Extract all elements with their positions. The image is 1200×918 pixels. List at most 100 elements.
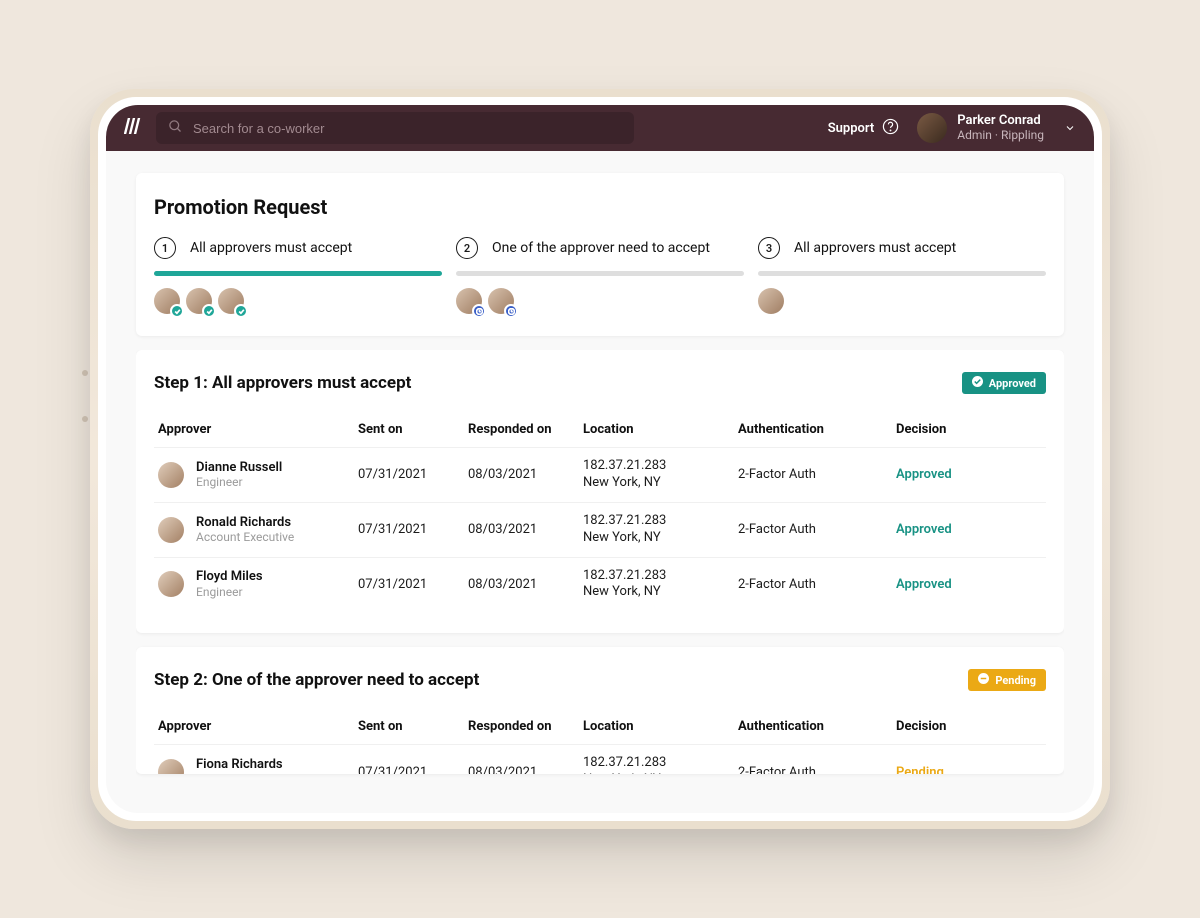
step-progress-bar — [758, 271, 1046, 276]
approver-name: Fiona Richards — [196, 757, 283, 773]
table-row: Ronald Richards Account Executive 07/31/… — [154, 502, 1046, 557]
step-avatar — [154, 288, 180, 314]
responded-on: 08/03/2021 — [464, 557, 579, 611]
th-location: Location — [579, 709, 734, 745]
location: 182.37.21.283New York, NY — [583, 755, 730, 774]
topbar: Support Parker Conrad Admin · Rippling — [106, 105, 1094, 151]
step-number: 2 — [456, 237, 478, 259]
th-approver: Approver — [154, 412, 354, 448]
approver-name: Dianne Russell — [196, 460, 282, 476]
step-2: 2 One of the approver need to accept — [456, 237, 744, 314]
th-sent: Sent on — [354, 709, 464, 745]
location: 182.37.21.283New York, NY — [583, 568, 730, 602]
search-icon — [168, 119, 183, 138]
location: 182.37.21.283New York, NY — [583, 513, 730, 547]
th-location: Location — [579, 412, 734, 448]
step-number: 1 — [154, 237, 176, 259]
check-icon — [234, 304, 248, 318]
th-decision: Decision — [892, 709, 1046, 745]
step-1: 1 All approvers must accept — [154, 237, 442, 314]
approver-name: Ronald Richards — [196, 515, 294, 531]
table-row: Dianne Russell Engineer 07/31/2021 08/03… — [154, 448, 1046, 503]
user-role: Admin · Rippling — [957, 129, 1044, 143]
step-avatars — [154, 288, 442, 314]
authentication: 2-Factor Auth — [734, 502, 892, 557]
sent-on: 07/31/2021 — [354, 448, 464, 503]
responded-on: 08/03/2021 — [464, 448, 579, 503]
th-decision: Decision — [892, 412, 1046, 448]
step-3: 3 All approvers must accept — [758, 237, 1046, 314]
avatar — [158, 571, 184, 597]
status-badge: Pending — [968, 669, 1046, 691]
th-sent: Sent on — [354, 412, 464, 448]
avatar — [917, 113, 947, 143]
step-avatars — [758, 288, 1046, 314]
th-approver: Approver — [154, 709, 354, 745]
tablet-frame: Support Parker Conrad Admin · Rippling — [90, 89, 1110, 829]
step-avatar — [456, 288, 482, 314]
approver-role: Engineer — [196, 475, 282, 489]
th-responded: Responded on — [464, 412, 579, 448]
section-title: Step 1: All approvers must accept — [154, 373, 411, 393]
steps-row: 1 All approvers must accept 2 One of the… — [154, 237, 1046, 314]
approver-role: Account Executive — [196, 530, 294, 544]
decision: Pending — [896, 765, 944, 775]
th-responded: Responded on — [464, 709, 579, 745]
section-card: Step 1: All approvers must accept Approv… — [136, 350, 1064, 633]
section-title: Step 2: One of the approver need to acce… — [154, 670, 479, 690]
device-side-dots — [82, 370, 88, 422]
pending-icon — [978, 673, 989, 687]
status-label: Approved — [989, 377, 1036, 390]
avatar — [158, 759, 184, 774]
clock-icon — [472, 304, 486, 318]
support-link[interactable]: Support — [828, 118, 900, 139]
authentication: 2-Factor Auth — [734, 745, 892, 775]
page-title: Promotion Request — [154, 195, 1046, 219]
check-icon — [202, 304, 216, 318]
approver-role: Engineer — [196, 585, 263, 599]
status-badge: Approved — [962, 372, 1046, 394]
sent-on: 07/31/2021 — [354, 557, 464, 611]
step-progress-bar — [456, 271, 744, 276]
inner-frame: Support Parker Conrad Admin · Rippling — [98, 97, 1102, 821]
approvers-table: Approver Sent on Responded on Location A… — [154, 709, 1046, 774]
avatar — [158, 517, 184, 543]
support-label: Support — [828, 121, 875, 136]
screen: Support Parker Conrad Admin · Rippling — [106, 105, 1094, 813]
app-logo[interactable] — [124, 118, 142, 138]
location: 182.37.21.283New York, NY — [583, 458, 730, 492]
step-avatar — [218, 288, 244, 314]
search-input[interactable] — [156, 112, 634, 144]
search-field[interactable] — [193, 121, 622, 136]
step-number: 3 — [758, 237, 780, 259]
approver-name: Floyd Miles — [196, 569, 263, 585]
step-avatar — [758, 288, 784, 314]
section-card: Step 2: One of the approver need to acce… — [136, 647, 1064, 774]
authentication: 2-Factor Auth — [734, 557, 892, 611]
chevron-down-icon — [1054, 119, 1076, 138]
avatar — [158, 462, 184, 488]
check-icon — [170, 304, 184, 318]
approver-role: Engineer — [196, 773, 283, 775]
overview-card: Promotion Request 1 All approvers must a… — [136, 173, 1064, 336]
decision: Approved — [896, 577, 952, 592]
content: Promotion Request 1 All approvers must a… — [106, 151, 1094, 813]
authentication: 2-Factor Auth — [734, 448, 892, 503]
approved-icon — [972, 376, 983, 390]
th-auth: Authentication — [734, 412, 892, 448]
table-row: Floyd Miles Engineer 07/31/2021 08/03/20… — [154, 557, 1046, 611]
step-avatar — [488, 288, 514, 314]
sent-on: 07/31/2021 — [354, 502, 464, 557]
responded-on: 08/03/2021 — [464, 745, 579, 775]
user-name: Parker Conrad — [957, 114, 1044, 129]
decision: Approved — [896, 467, 952, 482]
step-avatar — [186, 288, 212, 314]
user-menu[interactable]: Parker Conrad Admin · Rippling — [917, 113, 1076, 143]
approvers-table: Approver Sent on Responded on Location A… — [154, 412, 1046, 611]
step-avatars — [456, 288, 744, 314]
status-label: Pending — [995, 674, 1036, 687]
responded-on: 08/03/2021 — [464, 502, 579, 557]
decision: Approved — [896, 522, 952, 537]
th-auth: Authentication — [734, 709, 892, 745]
sent-on: 07/31/2021 — [354, 745, 464, 775]
